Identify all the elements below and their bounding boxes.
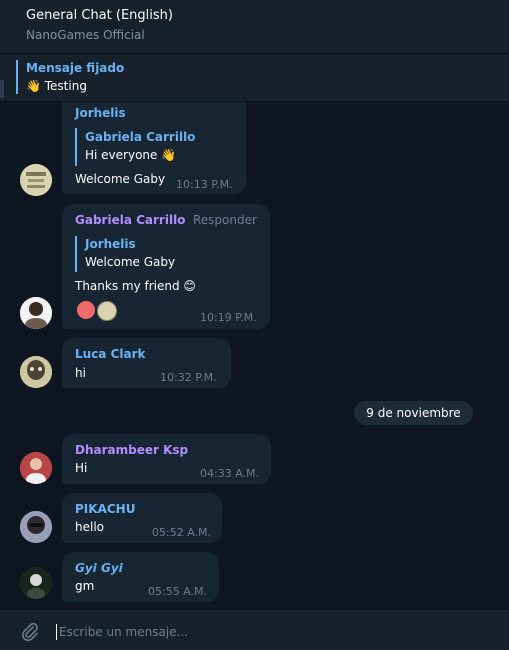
message-bubble[interactable]: Gabriela Carrillo Responder Jorhelis Wel… (62, 204, 270, 329)
message-bubble[interactable]: 𝙂𝙮𝙞 𝙂𝙮𝙞 gm 05:55 A.M. (62, 552, 219, 602)
avatar[interactable] (20, 511, 52, 543)
message-time: 10:19 P.M. (200, 311, 257, 324)
date-separator: 9 de noviembre (354, 401, 473, 425)
message-bubble[interactable]: PIKACHU hello 05:52 A.M. (62, 493, 222, 543)
reply-indicator (75, 236, 77, 272)
reply-indicator (75, 128, 77, 166)
reply-sender[interactable]: Jorhelis (85, 237, 136, 251)
reply-sender[interactable]: Gabriela Carrillo (85, 130, 195, 144)
text-caret (56, 624, 57, 640)
message-time: 05:52 A.M. (152, 526, 212, 539)
reply-text: Welcome Gaby (85, 255, 176, 269)
avatar[interactable] (20, 164, 52, 196)
reply-text: Hi everyone 👋 (85, 148, 177, 162)
message-text: hello (75, 520, 104, 534)
message-text: Welcome Gaby (75, 172, 166, 186)
message-sender[interactable]: Gabriela Carrillo (75, 213, 185, 227)
avatar[interactable] (20, 297, 52, 329)
chat-header[interactable]: General Chat (English) NanoGames Officia… (0, 0, 509, 54)
message-text: gm (75, 579, 95, 593)
chat-subtitle: NanoGames Official (26, 28, 145, 42)
message-sender[interactable]: PIKACHU (75, 502, 135, 516)
side-handle (0, 80, 4, 98)
scrollbar[interactable] (504, 102, 509, 608)
message-time: 04:33 A.M. (200, 467, 260, 480)
message-sender[interactable]: Jorhelis (75, 106, 126, 120)
message-time: 05:55 A.M. (148, 585, 208, 598)
message-time: 10:13 P.M. (176, 178, 233, 191)
avatar[interactable] (20, 452, 52, 484)
avatar[interactable] (20, 356, 52, 388)
paperclip-icon[interactable] (20, 622, 40, 642)
pinned-text: 👋 Testing (26, 79, 87, 93)
chat-title: General Chat (English) (26, 8, 173, 23)
message-bubble[interactable]: Luca Clark hi 10:32 P.M. (62, 338, 231, 388)
message-text: hi (75, 366, 86, 380)
message-sender[interactable]: 𝙂𝙮𝙞 𝙂𝙮𝙞 (75, 561, 123, 575)
message-text: Thanks my friend 😊 (75, 279, 196, 293)
pinned-indicator (16, 60, 18, 94)
message-sender[interactable]: Dharambeer Ksp (75, 443, 188, 457)
message-input[interactable]: Escribe un mensaje... (59, 625, 188, 639)
message-bubble[interactable]: Jorhelis Gabriela Carrillo Hi everyone 👋… (62, 102, 246, 194)
reaction-avatar-icon[interactable] (97, 301, 117, 321)
message-sender[interactable]: Luca Clark (75, 347, 146, 361)
pinned-label: Mensaje fijado (26, 61, 125, 75)
message-text: Hi (75, 461, 88, 475)
avatar[interactable] (20, 567, 52, 599)
reaction-heart-face-icon[interactable] (77, 301, 95, 319)
pinned-message-bar[interactable]: Mensaje fijado 👋 Testing (0, 54, 509, 102)
message-time: 10:32 P.M. (160, 371, 217, 384)
message-composer: Escribe un mensaje... (0, 609, 509, 650)
message-bubble[interactable]: Dharambeer Ksp Hi 04:33 A.M. (62, 434, 271, 484)
reply-action-button[interactable]: Responder (193, 213, 257, 227)
